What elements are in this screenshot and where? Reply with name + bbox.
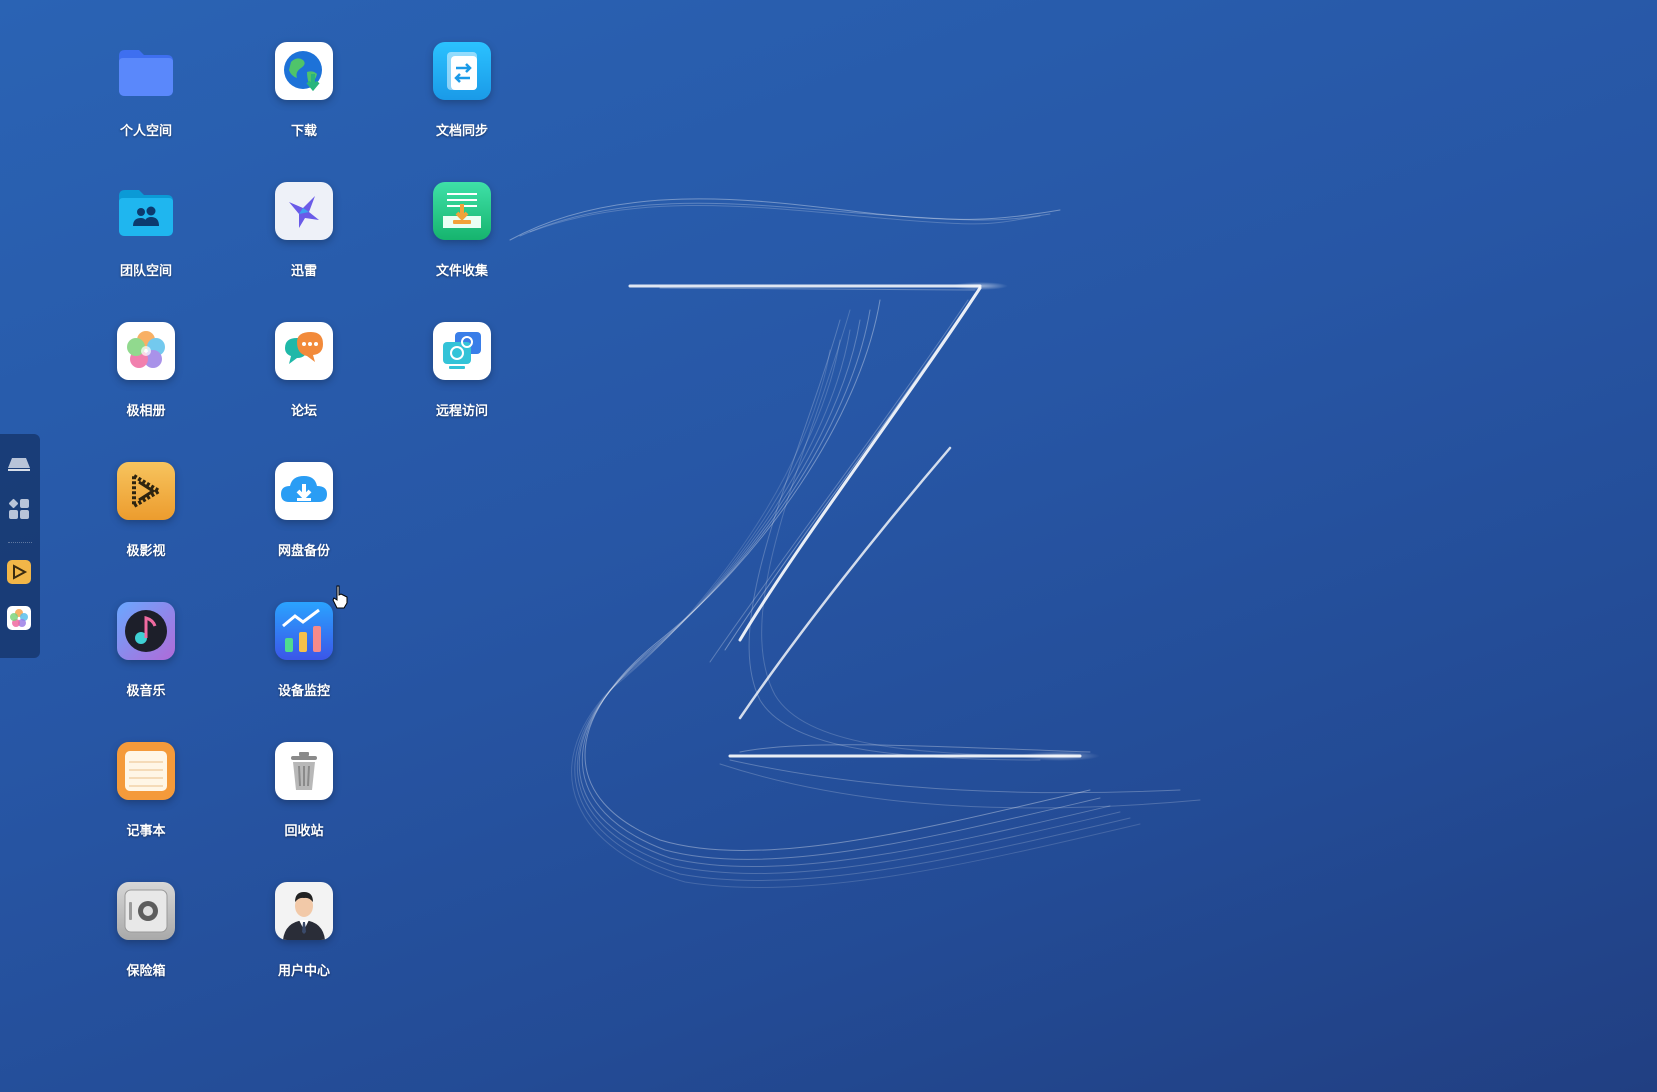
- app-device-monitor[interactable]: 设备监控: [244, 560, 364, 699]
- desktop: 个人空间 团队空间 极相册 极影视 极音乐 记事本 保险箱 下载 迅雷 论坛 网…: [0, 0, 1657, 1092]
- app-label: 设备监控: [277, 684, 330, 699]
- forum-chat-icon: [275, 322, 333, 380]
- app-photos[interactable]: 极相册: [86, 280, 206, 419]
- app-team-space[interactable]: 团队空间: [86, 140, 206, 279]
- thunder-bird-icon: [275, 182, 333, 240]
- music-note-icon: [117, 602, 175, 660]
- mouse-pointer-icon: [332, 585, 348, 609]
- app-remote-access[interactable]: 远程访问: [402, 280, 522, 419]
- app-label: 极音乐: [126, 684, 166, 699]
- app-label: 个人空间: [119, 124, 172, 139]
- app-notepad[interactable]: 记事本: [86, 700, 206, 839]
- monitor-chart-icon: [275, 602, 333, 660]
- app-user-center[interactable]: 用户中心: [244, 840, 364, 979]
- app-video[interactable]: 极影视: [86, 420, 206, 559]
- app-label: 团队空间: [119, 264, 172, 279]
- app-label: 文件收集: [435, 264, 488, 279]
- app-label: 极影视: [126, 544, 166, 559]
- remote-access-icon: [433, 322, 491, 380]
- app-thunder[interactable]: 迅雷: [244, 140, 364, 279]
- app-file-collect[interactable]: 文件收集: [402, 140, 522, 279]
- video-play-icon: [117, 462, 175, 520]
- app-doc-sync[interactable]: 文档同步: [402, 0, 522, 139]
- app-label: 论坛: [290, 404, 317, 419]
- app-music[interactable]: 极音乐: [86, 560, 206, 699]
- file-collect-icon: [433, 182, 491, 240]
- app-label: 记事本: [126, 824, 166, 839]
- cloud-backup-icon: [275, 462, 333, 520]
- desktop-icon-grid: 个人空间 团队空间 极相册 极影视 极音乐 记事本 保险箱 下载 迅雷 论坛 网…: [0, 0, 600, 1092]
- app-label: 回收站: [284, 824, 324, 839]
- folder-icon: [117, 42, 175, 100]
- app-label: 极相册: [126, 404, 166, 419]
- user-avatar-icon: [275, 882, 333, 940]
- safe-icon: [117, 882, 175, 940]
- app-label: 网盘备份: [277, 544, 330, 559]
- app-download[interactable]: 下载: [244, 0, 364, 139]
- app-label: 远程访问: [435, 404, 488, 419]
- app-label: 文档同步: [435, 124, 488, 139]
- sync-icon: [433, 42, 491, 100]
- app-recycle-bin[interactable]: 回收站: [244, 700, 364, 839]
- notepad-icon: [117, 742, 175, 800]
- app-label: 下载: [290, 124, 317, 139]
- globe-download-icon: [275, 42, 333, 100]
- app-forum[interactable]: 论坛: [244, 280, 364, 419]
- app-personal-space[interactable]: 个人空间: [86, 0, 206, 139]
- app-label: 保险箱: [126, 964, 166, 979]
- team-folder-icon: [117, 182, 175, 240]
- trash-icon: [275, 742, 333, 800]
- app-safe[interactable]: 保险箱: [86, 840, 206, 979]
- app-label: 迅雷: [290, 264, 317, 279]
- app-label: 用户中心: [277, 964, 330, 979]
- app-cloud-backup[interactable]: 网盘备份: [244, 420, 364, 559]
- photo-flower-icon: [117, 322, 175, 380]
